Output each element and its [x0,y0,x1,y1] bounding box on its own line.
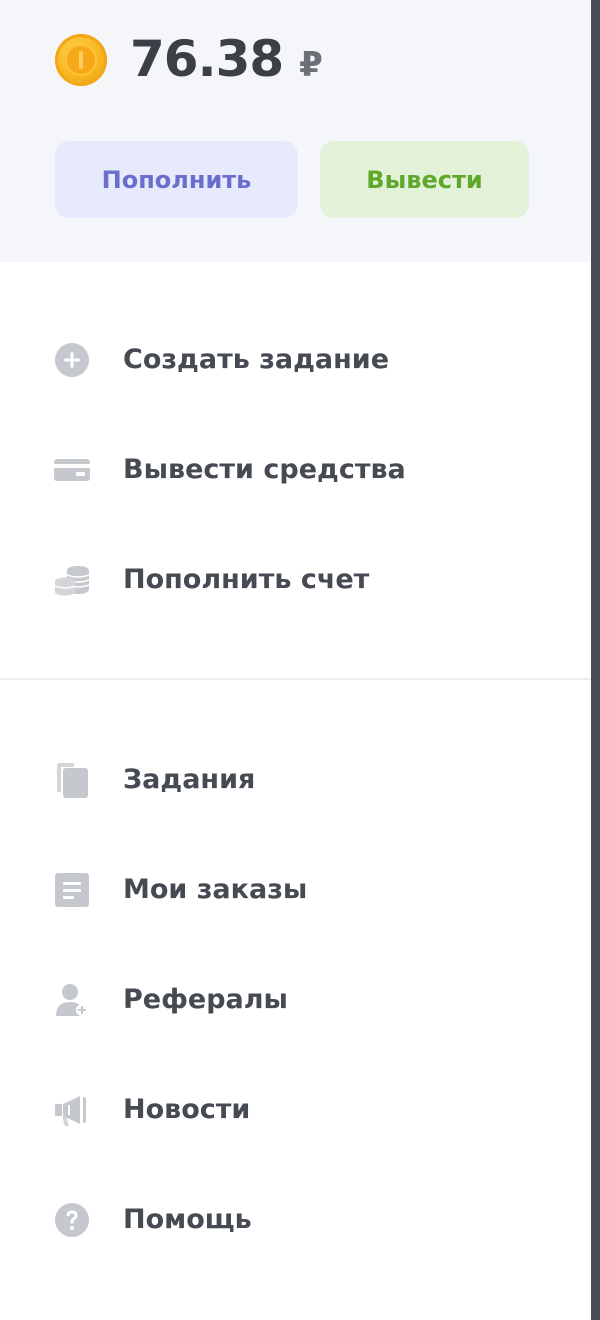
menu-item-tasks[interactable]: Задания [0,740,591,820]
help-circle-icon [54,1202,90,1238]
menu-item-label: Вывести средства [123,454,406,485]
balance-header: 76.38 ₽ Пополнить Вывести [0,0,591,262]
copy-icon [54,762,90,798]
withdraw-button[interactable]: Вывести [320,141,529,218]
coin-icon-mark [79,51,83,69]
balance-currency: ₽ [299,45,323,85]
megaphone-icon [54,1092,90,1128]
balance-amount: 76.38 [130,30,284,88]
menu-item-withdraw-funds[interactable]: Вывести средства [0,430,591,510]
menu-item-my-orders[interactable]: Мои заказы [0,850,591,930]
menu-item-label: Рефералы [123,984,288,1015]
menu-item-label: Пополнить счет [123,564,370,595]
screen-edge [591,0,600,1320]
menu-item-referrals[interactable]: Рефералы [0,960,591,1040]
coin-icon [55,34,107,86]
menu-item-label: Помощь [123,1204,252,1235]
menu-item-label: Задания [123,764,256,795]
plus-circle-icon [54,342,90,378]
balance-display: 76.38 ₽ [130,30,323,100]
menu-item-label: Новости [123,1094,251,1125]
menu-item-help[interactable]: Помощь [0,1180,591,1260]
menu-divider [0,678,591,680]
menu-item-top-up-account[interactable]: Пополнить счет [0,540,591,620]
menu-item-news[interactable]: Новости [0,1070,591,1150]
user-add-icon [54,982,90,1018]
coins-stack-icon [54,562,90,598]
menu-item-label: Мои заказы [123,874,308,905]
document-icon [54,872,90,908]
menu-item-label: Создать задание [123,344,390,375]
card-icon [54,452,90,488]
menu-item-create-task[interactable]: Создать задание [0,320,591,400]
side-menu: 76.38 ₽ Пополнить Вывести Создать задани… [0,0,591,1320]
deposit-button[interactable]: Пополнить [55,141,298,218]
